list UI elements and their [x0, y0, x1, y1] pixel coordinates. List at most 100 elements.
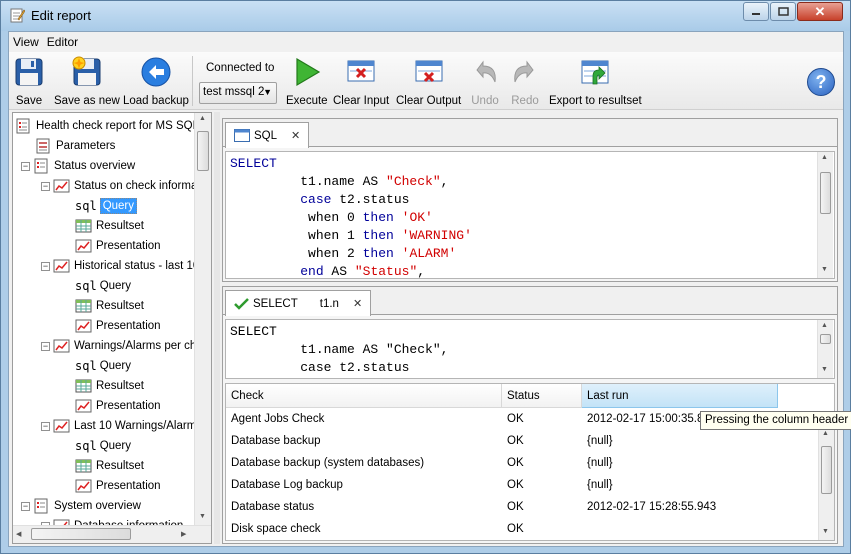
editor-vertical-scrollbar[interactable]: ▲ ▼: [817, 152, 833, 278]
collapse-icon[interactable]: −: [41, 181, 50, 191]
tree-item-resultset[interactable]: Resultset: [75, 296, 144, 316]
menu-editor[interactable]: Editor: [43, 32, 82, 52]
tree-item-query[interactable]: sql Query: [75, 276, 131, 296]
collapse-icon[interactable]: −: [21, 161, 30, 171]
result-sql-preview[interactable]: SELECT t1.name AS "Check", case t2.statu…: [225, 319, 835, 379]
panel-splitter[interactable]: [214, 112, 220, 544]
cell-check: Database backup: [231, 435, 321, 447]
cell-last-run: 2012-02-17 15:28:55.943: [587, 501, 717, 513]
resultset-icon: [75, 219, 92, 233]
menu-view[interactable]: View: [9, 32, 43, 52]
scroll-down-icon[interactable]: ▼: [821, 366, 828, 373]
grid-vertical-scrollbar[interactable]: ▲ ▼: [818, 428, 834, 540]
maximize-button[interactable]: [770, 2, 796, 21]
clear-output-button[interactable]: Clear Output: [396, 56, 461, 107]
redo-button[interactable]: Redo: [509, 56, 541, 107]
tree-item-query[interactable]: sql Query: [75, 196, 138, 216]
load-backup-button[interactable]: Load backup: [123, 56, 189, 107]
tree-item-label: Resultset: [96, 300, 144, 312]
chart-icon: [53, 179, 70, 193]
tree-item-historical[interactable]: − Historical status - last 10: [41, 256, 199, 276]
cell-status: OK: [507, 479, 524, 491]
save-button[interactable]: Save: [13, 56, 45, 107]
scroll-thumb[interactable]: [31, 528, 131, 540]
tree-item-report[interactable]: Health check report for MS SQL S: [15, 116, 209, 136]
sql-icon: sql: [75, 359, 97, 373]
tree-item-last10[interactable]: − Last 10 Warnings/Alarm: [41, 416, 196, 436]
scroll-left-icon[interactable]: ◀: [16, 530, 21, 538]
connection-select[interactable]: test mssql 2 ▼: [199, 82, 277, 104]
toolbar-separator: [192, 56, 193, 106]
tree-item-system-overview[interactable]: − System overview: [21, 496, 141, 516]
collapse-icon[interactable]: −: [41, 421, 50, 431]
report-icon: [34, 158, 48, 174]
execute-button[interactable]: Execute: [286, 56, 328, 107]
close-icon[interactable]: ✕: [291, 129, 300, 142]
scroll-thumb[interactable]: [820, 334, 831, 344]
tree-item-status-check[interactable]: − Status on check informa: [41, 176, 197, 196]
tree-item-label: Presentation: [96, 240, 161, 252]
tree-item-query[interactable]: sql Query: [75, 436, 131, 456]
tab-label-secondary: t1.n: [319, 297, 339, 310]
clear-input-button[interactable]: Clear Input: [333, 56, 389, 107]
tree-item-presentation[interactable]: Presentation: [75, 316, 161, 336]
export-button[interactable]: Export to resultset: [549, 56, 642, 107]
sql-input-editor[interactable]: SELECT t1.name AS "Check", case t2.statu…: [225, 151, 835, 279]
scroll-thumb[interactable]: [820, 172, 831, 214]
scroll-right-icon[interactable]: ▶: [181, 530, 186, 538]
tab-sql[interactable]: SQL ✕: [225, 122, 310, 148]
column-header-status[interactable]: Status: [502, 384, 582, 408]
scroll-thumb[interactable]: [197, 131, 209, 171]
scroll-up-icon[interactable]: ▲: [822, 430, 829, 437]
scroll-down-icon[interactable]: ▼: [821, 266, 828, 273]
tree-item-label: Query: [99, 440, 132, 452]
tree-item-resultset[interactable]: Resultset: [75, 456, 144, 476]
tree-item-presentation[interactable]: Presentation: [75, 236, 161, 256]
minimize-button[interactable]: [743, 2, 769, 21]
tree-horizontal-scrollbar[interactable]: ◀ ▶: [13, 525, 211, 543]
chart-icon: [53, 339, 70, 353]
report-tree[interactable]: Health check report for MS SQL S Paramet…: [12, 112, 212, 544]
title-bar[interactable]: Edit report ✕: [1, 1, 850, 31]
tree-vertical-scrollbar[interactable]: ▲ ▼: [194, 113, 211, 525]
tree-item-resultset[interactable]: Resultset: [75, 216, 144, 236]
help-icon[interactable]: ?: [807, 68, 835, 96]
collapse-icon[interactable]: −: [21, 501, 30, 511]
tab-result[interactable]: SELECT t1.n ✕: [225, 290, 372, 316]
tree-item-query[interactable]: sql Query: [75, 356, 131, 376]
column-header-check[interactable]: Check: [226, 384, 502, 408]
scroll-up-icon[interactable]: ▲: [199, 115, 206, 122]
chart-icon: [75, 319, 92, 333]
tree-item-label: Resultset: [96, 460, 144, 472]
column-header-last-run[interactable]: Last run: [582, 384, 778, 408]
tree-item-presentation[interactable]: Presentation: [75, 396, 161, 416]
sql-editor-panel: SQL ✕ SELECT t1.name AS "Check", case t2…: [222, 118, 838, 282]
parameters-icon: [36, 138, 50, 154]
save-as-new-button[interactable]: Save as new: [54, 56, 120, 107]
report-icon: [34, 498, 48, 514]
tree-item-resultset[interactable]: Resultset: [75, 376, 144, 396]
collapse-icon[interactable]: −: [41, 341, 50, 351]
preview-vertical-scrollbar[interactable]: ▲ ▼: [817, 320, 833, 378]
tree-item-label: Status overview: [54, 160, 136, 172]
floppy-disk-icon: [15, 58, 43, 86]
tree-item-label: Last 10 Warnings/Alarm: [74, 420, 197, 432]
tree-item-status-overview[interactable]: − Status overview: [21, 156, 135, 176]
tree-item-label: Query: [99, 198, 138, 214]
cell-status: OK: [507, 501, 524, 513]
export-label: Export to resultset: [549, 95, 642, 107]
close-icon[interactable]: ✕: [353, 297, 362, 310]
scroll-up-icon[interactable]: ▲: [821, 322, 828, 329]
scroll-thumb[interactable]: [821, 446, 832, 494]
tree-item-parameters[interactable]: Parameters: [35, 136, 115, 156]
clear-input-label: Clear Input: [333, 95, 390, 107]
tree-item-warnings[interactable]: − Warnings/Alarms per ch: [41, 336, 196, 356]
scroll-up-icon[interactable]: ▲: [821, 154, 828, 161]
cell-last-run: [582, 518, 587, 540]
tree-item-presentation[interactable]: Presentation: [75, 476, 161, 496]
collapse-icon[interactable]: −: [41, 261, 50, 271]
close-button[interactable]: ✕: [797, 2, 843, 21]
undo-button[interactable]: Undo: [469, 56, 501, 107]
scroll-down-icon[interactable]: ▼: [822, 528, 829, 535]
scroll-down-icon[interactable]: ▼: [199, 513, 206, 520]
